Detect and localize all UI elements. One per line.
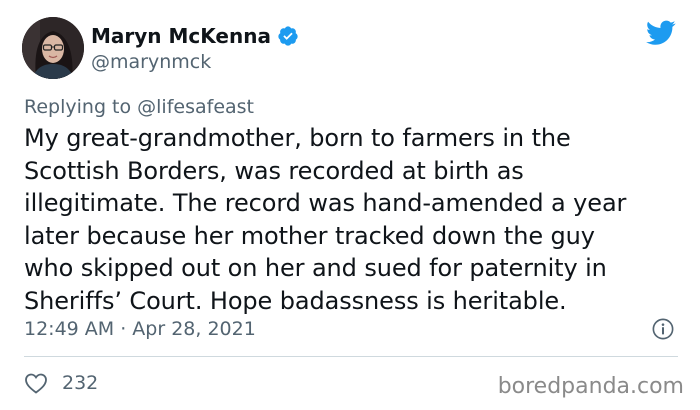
tweet-text: My great-grandmother, born to farmers in… (24, 124, 627, 315)
author-name-row: Maryn McKenna (91, 24, 299, 48)
tweet-card: Maryn McKenna @marynmck Replying to @lif… (0, 0, 700, 410)
verified-badge-icon (277, 25, 299, 47)
divider (24, 356, 678, 357)
reply-context[interactable]: Replying to @lifesafeast (24, 96, 254, 118)
author-handle[interactable]: @marynmck (91, 51, 211, 73)
watermark: boredpanda.com (497, 374, 684, 399)
info-icon[interactable] (652, 318, 674, 340)
heart-icon[interactable] (24, 372, 48, 394)
like-count: 232 (62, 372, 99, 394)
avatar[interactable] (22, 17, 84, 79)
twitter-bird-icon[interactable] (646, 20, 676, 46)
author-display-name[interactable]: Maryn McKenna (91, 24, 271, 48)
like-action[interactable]: 232 (24, 372, 98, 394)
tweet-timestamp[interactable]: 12:49 AM · Apr 28, 2021 (24, 318, 256, 340)
